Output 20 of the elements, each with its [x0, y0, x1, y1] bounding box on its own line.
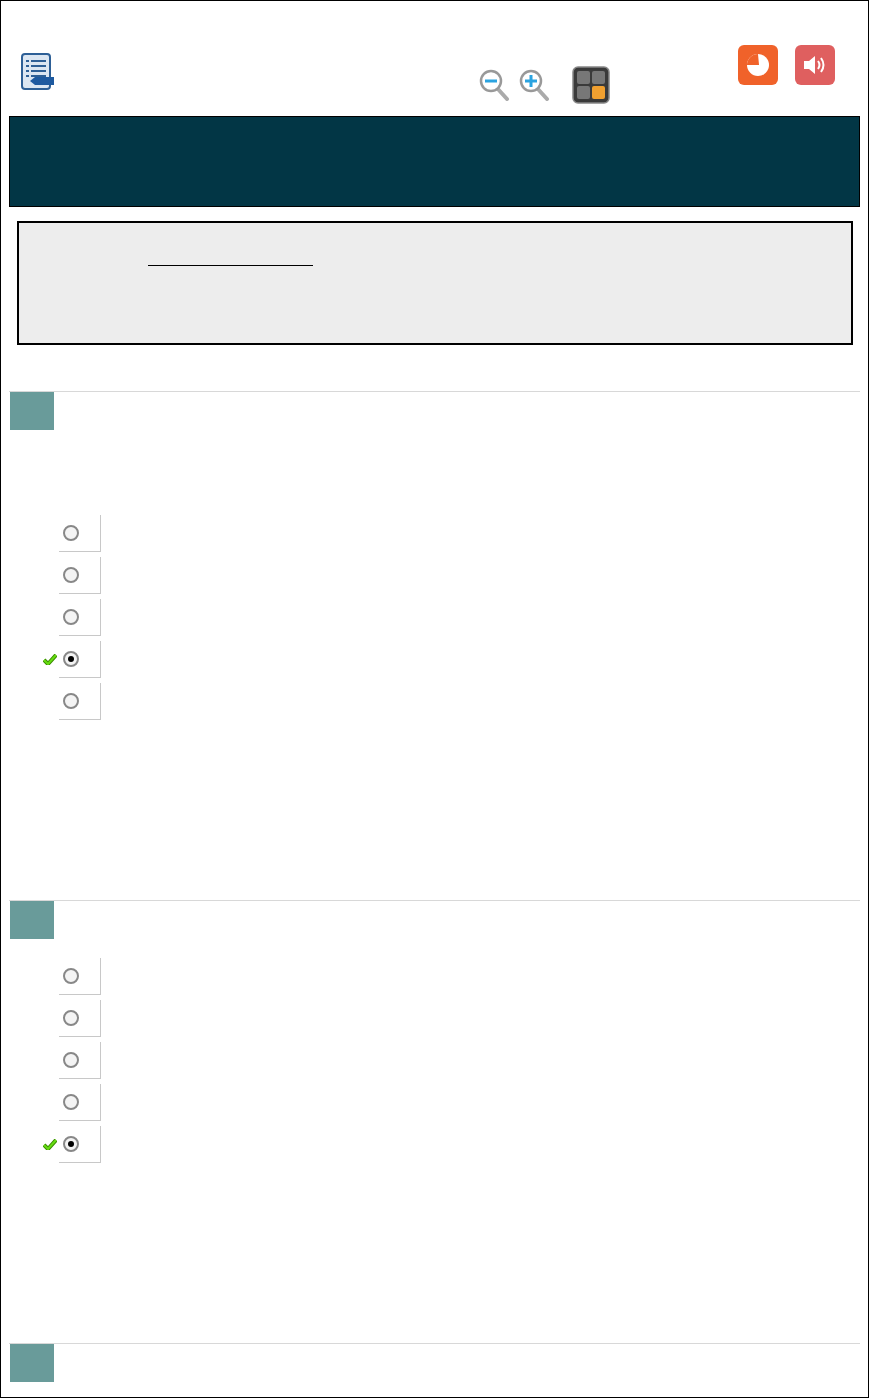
- zoom-out-icon[interactable]: [479, 69, 510, 101]
- question-marker: [10, 901, 54, 939]
- radio-button[interactable]: [63, 1093, 79, 1110]
- radio-button[interactable]: [63, 692, 79, 709]
- radio-button[interactable]: [63, 524, 79, 541]
- notes-icon[interactable]: [21, 53, 54, 90]
- radio-button[interactable]: [63, 566, 79, 583]
- question-marker: [10, 1344, 54, 1382]
- calculator-icon[interactable]: [572, 66, 610, 104]
- zoom-in-icon[interactable]: [519, 69, 550, 101]
- question-marker: [10, 392, 54, 430]
- audio-button[interactable]: [795, 45, 835, 85]
- radio-button[interactable]: [63, 608, 79, 625]
- radio-button[interactable]: [63, 1051, 79, 1068]
- radio-button[interactable]: [63, 967, 79, 984]
- pie-chart-icon: [746, 53, 770, 77]
- radio-button[interactable]: [63, 1135, 79, 1152]
- radio-button[interactable]: [63, 650, 79, 667]
- radio-button[interactable]: [63, 1009, 79, 1026]
- chart-button[interactable]: [738, 45, 778, 85]
